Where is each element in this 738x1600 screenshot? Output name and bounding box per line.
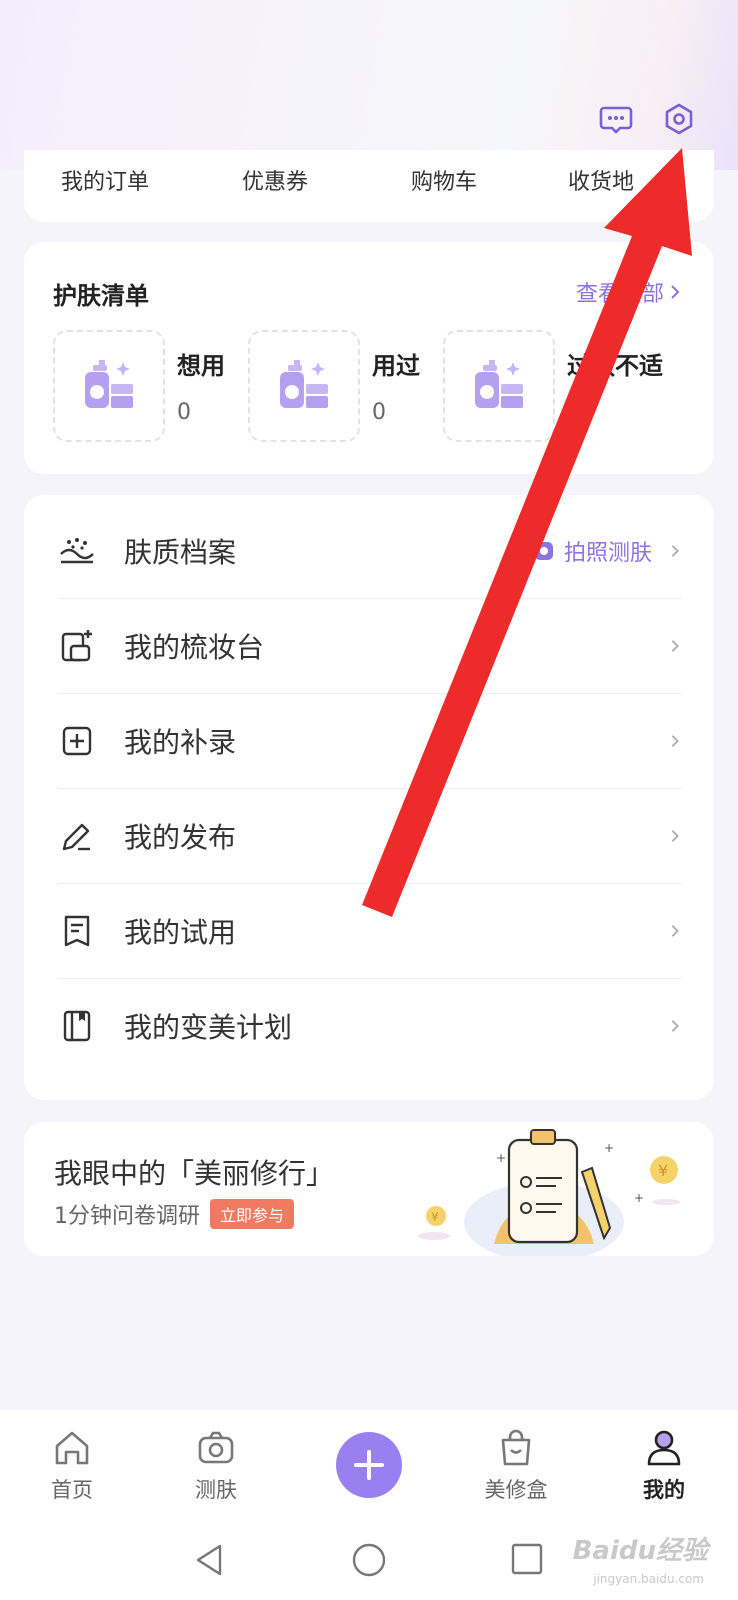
skincare-list-title: 护肤清单: [53, 282, 149, 310]
menu-item-label: 肤质档案: [124, 536, 237, 569]
menu-item-label: 我的试用: [124, 916, 237, 949]
view-all-label: 查看全部: [575, 282, 664, 307]
skincare-item-want[interactable]: 想用 0: [53, 330, 243, 442]
nav-me[interactable]: 我的: [614, 1428, 714, 1504]
skincare-item-count: 0: [177, 400, 191, 425]
svg-text:¥: ¥: [431, 1210, 439, 1224]
back-triangle-icon[interactable]: [192, 1542, 226, 1578]
menu-item-label: 我的发布: [124, 821, 237, 854]
chevron-right-icon: [671, 1020, 679, 1032]
skincare-item-name: 想用: [177, 352, 225, 380]
skincare-item-name: 过敏不适: [567, 352, 663, 380]
svg-text:+: +: [604, 1141, 614, 1155]
nav-beauty-box-label: 美修盒: [484, 1478, 548, 1502]
order-link-orders[interactable]: 我的订单: [61, 164, 149, 196]
menu-item-trials[interactable]: 我的试用: [58, 883, 682, 979]
skincare-item-allergic[interactable]: 过敏不适 0: [443, 330, 663, 442]
vanity-icon: [58, 627, 96, 665]
view-all-link[interactable]: 查看全部: [576, 276, 680, 308]
chevron-right-icon: [671, 735, 679, 747]
products-placeholder-icon: [248, 330, 360, 442]
menu-item-label: 我的补录: [124, 726, 237, 759]
user-icon: [647, 1430, 681, 1466]
watermark: Baidu经验: [572, 1536, 708, 1566]
survey-subtitle: 1分钟问卷调研: [54, 1204, 200, 1229]
chevron-right-icon: [671, 925, 679, 937]
plus-icon: [354, 1450, 384, 1480]
clipboard-illustration-icon: ¥ ¥ + + +: [418, 1129, 680, 1256]
skincare-list-card: 护肤清单 查看全部 想用 0 用过 0 过敏不适 0: [24, 242, 714, 474]
header-background: [0, 0, 738, 170]
nav-home-label: 首页: [51, 1478, 93, 1502]
chevron-right-icon: [671, 640, 679, 652]
plus-square-icon: [58, 722, 96, 760]
skincare-item-count: 0: [372, 400, 386, 425]
bottom-navigation: 首页 测肤 美修盒 我的: [0, 1410, 738, 1520]
orders-card: 我的订单 优惠券 购物车 收货地: [24, 150, 714, 222]
products-placeholder-icon: [443, 330, 555, 442]
photo-skin-test-link[interactable]: 拍照测肤: [534, 535, 652, 567]
menu-item-skin-profile[interactable]: 肤质档案 拍照测肤: [58, 503, 682, 599]
skincare-item-name: 用过: [372, 352, 420, 380]
camera-icon: [198, 1431, 234, 1464]
menu-item-beauty-plan[interactable]: 我的变美计划: [58, 978, 682, 1074]
skincare-item-count: 0: [567, 400, 581, 425]
svg-text:¥: ¥: [658, 1161, 668, 1180]
svg-text:+: +: [634, 1191, 644, 1205]
watermark-url: jingyan.baidu.com: [593, 1572, 704, 1586]
skin-profile-icon: [58, 532, 96, 570]
svg-text:+: +: [496, 1151, 506, 1165]
menu-item-vanity[interactable]: 我的梳妆台: [58, 598, 682, 694]
chevron-right-icon: [671, 545, 679, 557]
shopping-bag-icon: [501, 1429, 531, 1466]
products-placeholder-icon: [53, 330, 165, 442]
settings-hex-icon[interactable]: [660, 100, 698, 138]
nav-beauty-box[interactable]: 美修盒: [466, 1428, 566, 1504]
nav-home[interactable]: 首页: [22, 1428, 122, 1504]
home-circle-icon[interactable]: [351, 1542, 387, 1578]
survey-title: 我眼中的「美丽修行」: [54, 1157, 335, 1190]
nav-skin-test-label: 测肤: [195, 1478, 237, 1502]
menu-item-label: 我的梳妆台: [124, 631, 265, 664]
photo-skin-test-label: 拍照测肤: [563, 541, 652, 566]
join-now-badge[interactable]: 立即参与: [210, 1199, 295, 1229]
menu-item-label: 我的变美计划: [124, 1011, 293, 1044]
notebook-icon: [58, 1007, 96, 1045]
menu-item-supplement[interactable]: 我的补录: [58, 693, 682, 789]
order-link-address[interactable]: 收货地: [568, 164, 634, 196]
add-button[interactable]: [336, 1432, 402, 1498]
camera-dot-icon: [534, 542, 553, 560]
chevron-right-icon: [671, 830, 679, 842]
menu-card: 肤质档案 拍照测肤 我的梳妆台 我的补录 我的发布 我的试用 我的变美计划: [24, 495, 714, 1100]
nav-skin-test[interactable]: 测肤: [166, 1428, 266, 1504]
order-link-cart[interactable]: 购物车: [411, 164, 477, 196]
recents-square-icon[interactable]: [510, 1542, 544, 1576]
nav-me-label: 我的: [643, 1478, 685, 1502]
survey-banner[interactable]: 我眼中的「美丽修行」 1分钟问卷调研 立即参与 ¥ ¥ + + +: [24, 1122, 714, 1256]
skincare-item-used[interactable]: 用过 0: [248, 330, 438, 442]
trial-doc-icon: [58, 912, 96, 950]
pencil-icon: [58, 817, 96, 855]
message-dots-icon[interactable]: [597, 100, 635, 138]
home-icon: [55, 1431, 89, 1465]
chevron-right-icon: [671, 285, 680, 299]
menu-item-posts[interactable]: 我的发布: [58, 788, 682, 884]
order-link-coupons[interactable]: 优惠券: [242, 164, 308, 196]
